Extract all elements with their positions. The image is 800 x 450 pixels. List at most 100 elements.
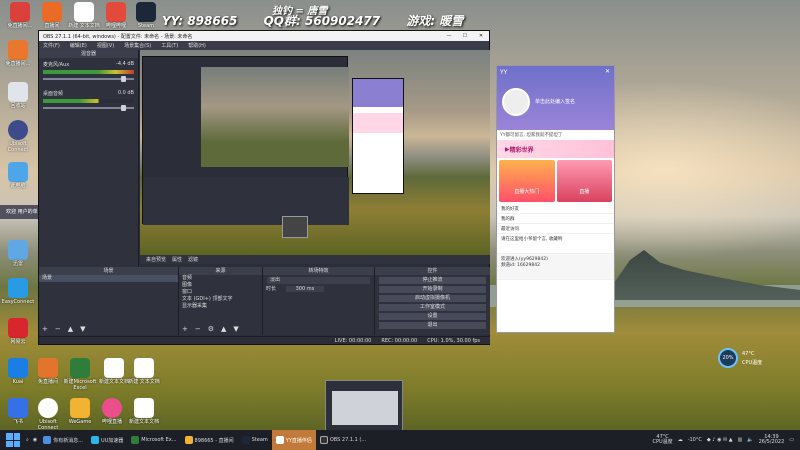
desktop-icon[interactable]: 网易云 [0, 318, 36, 346]
clock[interactable]: 14:39 26/5/2022 [759, 434, 785, 446]
exit-button[interactable]: 退出 [379, 322, 486, 329]
tray-icons[interactable]: ◆ ♪ ◉ ✉ ▲ [707, 437, 733, 443]
close-icon[interactable]: ✕ [473, 33, 489, 39]
stop-streaming-button[interactable]: 停止推流 [379, 277, 486, 284]
taskbar-item[interactable]: UU加速器 [87, 430, 127, 450]
list-item[interactable]: 我的好友 [497, 204, 614, 214]
desktop-icon[interactable]: Steam [128, 2, 164, 30]
add-icon[interactable]: + [42, 325, 48, 333]
settings-button[interactable]: 设置 [379, 313, 486, 320]
app-icon [10, 2, 30, 22]
yy-notice: YY都可留言, 坦家我就不提坦了 [500, 133, 563, 138]
desktop-icon[interactable]: 免直播间... [0, 40, 36, 68]
obs-preview[interactable] [140, 50, 490, 255]
down-icon[interactable]: ▼ [233, 325, 238, 333]
maximize-icon[interactable]: ☐ [457, 33, 473, 39]
yy-title: YY [500, 69, 508, 76]
nested-obs-preview [142, 56, 349, 225]
app-icon [102, 398, 122, 418]
obs-statusbar: LIVE: 00:00:00 REC: 00:00:00 CPU: 1.0%, … [39, 336, 490, 344]
menu-tools[interactable]: 工具(T) [161, 42, 178, 49]
menu-file[interactable]: 文件(F) [43, 42, 60, 49]
up-icon[interactable]: ▲ [221, 325, 226, 333]
file-icon [104, 358, 124, 378]
remove-icon[interactable]: − [195, 325, 201, 333]
desktop-icon[interactable]: Ubisoft Connect [0, 120, 36, 153]
source-item[interactable]: 文本 (GDI+) 顶部文字 [179, 296, 262, 303]
chrome-icon[interactable]: ◉ [33, 437, 37, 443]
desktop-icon[interactable]: 直播间 [34, 2, 70, 30]
notification-icon[interactable]: ▭ [789, 437, 794, 443]
desktop-icon[interactable]: 新建文本文档 [126, 398, 162, 426]
start-recording-button[interactable]: 开始录制 [379, 286, 486, 293]
source-item[interactable]: 图像 [179, 282, 262, 289]
virtual-camera-button[interactable]: 启动虚拟摄像机 [379, 295, 486, 302]
avatar[interactable] [502, 88, 530, 116]
weather-icon[interactable]: ☁ [678, 437, 683, 443]
duration-input[interactable]: 300 ms [285, 286, 325, 292]
volume-slider[interactable] [43, 105, 134, 111]
list-item[interactable]: 我的群 [497, 214, 614, 224]
desktop-icon[interactable]: 免直播间 [30, 358, 66, 386]
taskbar-thumbnail[interactable] [325, 380, 403, 432]
desktop-icon[interactable]: WeGame [62, 398, 98, 426]
cpu-widget[interactable]: 20% 47°C CPU温度 [718, 348, 768, 368]
obs-titlebar[interactable]: OBS 27.1.1 (64-bit, windows) - 配置文件: 未命名… [39, 31, 489, 41]
channel-item[interactable]: 欢迎进入(yy9629842) 频道id: 16629842 [497, 254, 614, 280]
promo-card[interactable]: 直播 [556, 160, 612, 202]
scene-item[interactable]: 场景 [39, 275, 178, 282]
desktop-icon[interactable]: EasyConnect [0, 278, 36, 306]
studio-mode-button[interactable]: 工作室模式 [379, 304, 486, 311]
taskbar-item[interactable]: Steam [238, 430, 272, 450]
source-item[interactable]: 窗口 [179, 289, 262, 296]
properties-button[interactable]: 属性 [172, 256, 182, 263]
taskbar-item[interactable]: 898665 - 直播间 [181, 430, 238, 450]
source-item[interactable]: 显示器采集 [179, 303, 262, 310]
desktop-icon[interactable]: 此电脑 [0, 162, 36, 190]
weather-temp[interactable]: -10°C [688, 437, 702, 443]
transition-select[interactable]: 淡出 [267, 277, 370, 284]
taskbar-item-active[interactable]: YY直播伴侣 [271, 430, 316, 450]
yy-banner[interactable]: ▶ 精彩世界 [497, 140, 614, 158]
source-item[interactable]: 音频 [179, 275, 262, 282]
search-icon[interactable]: ⌕ [26, 437, 29, 443]
desktop-icon[interactable]: 哔哩直播 [94, 398, 130, 426]
controls-dock: 控件 停止推流 开始录制 启动虚拟摄像机 工作室模式 设置 退出 [375, 267, 490, 335]
promo-card[interactable]: 直播大热门 [499, 160, 555, 202]
filters-button[interactable]: 滤镜 [188, 256, 198, 263]
menu-edit[interactable]: 编辑(E) [70, 42, 87, 49]
desktop-icon[interactable]: 回收站 [0, 82, 36, 110]
app-icon [38, 358, 58, 378]
gear-icon[interactable]: ⚙ [208, 325, 214, 333]
menu-help[interactable]: 帮助(H) [188, 42, 206, 49]
down-icon[interactable]: ▼ [80, 325, 85, 333]
volume-slider[interactable] [43, 76, 134, 82]
yy-window[interactable]: YY ✕ 单击此处编入签名 YY都可留言, 坦家我就不提坦了 ▶ 精彩世界 直播… [496, 65, 615, 333]
cpu-temp[interactable]: 47°C CPU温度 [653, 435, 673, 445]
minimize-icon[interactable]: — [441, 33, 457, 39]
remove-icon[interactable]: − [55, 325, 61, 333]
close-icon[interactable]: ✕ [605, 68, 610, 75]
network-icon[interactable]: ▥ [738, 437, 743, 443]
taskbar-item[interactable]: 你有新消息... [39, 430, 87, 450]
up-icon[interactable]: ▲ [68, 325, 73, 333]
app-icon [8, 358, 28, 378]
desktop-icon[interactable]: 新建 文本文档 [66, 2, 102, 30]
windows-start-icon[interactable] [6, 433, 20, 447]
desktop-icon[interactable]: 新建 文本文档 [126, 358, 162, 386]
taskbar-item[interactable]: Microsoft Ex... [127, 430, 180, 450]
app-icon [8, 278, 28, 298]
yy-signature[interactable]: 单击此处编入签名 [535, 98, 575, 105]
menu-scene-collection[interactable]: 场景集合(S) [124, 42, 151, 49]
volume-icon[interactable]: 🔈 [747, 437, 753, 443]
desktop-icon[interactable]: 新建Microsoft Excel [62, 358, 98, 391]
taskbar-item[interactable]: OBS 27.1.1 (... [316, 430, 370, 450]
desktop-icon[interactable]: 迅雷 [0, 240, 36, 268]
list-item[interactable]: 最近访问 [497, 224, 614, 234]
desktop-icon[interactable]: 免直播间... [2, 2, 38, 30]
menu-view[interactable]: 视图(V) [97, 42, 114, 49]
message-item[interactable]: 请在这里给小爷留个言, 收藏哟 [497, 234, 614, 254]
desktop-icon[interactable]: Ubisoft Connect [30, 398, 66, 431]
obs-window[interactable]: OBS 27.1.1 (64-bit, windows) - 配置文件: 未命名… [38, 30, 490, 345]
add-icon[interactable]: + [182, 325, 188, 333]
